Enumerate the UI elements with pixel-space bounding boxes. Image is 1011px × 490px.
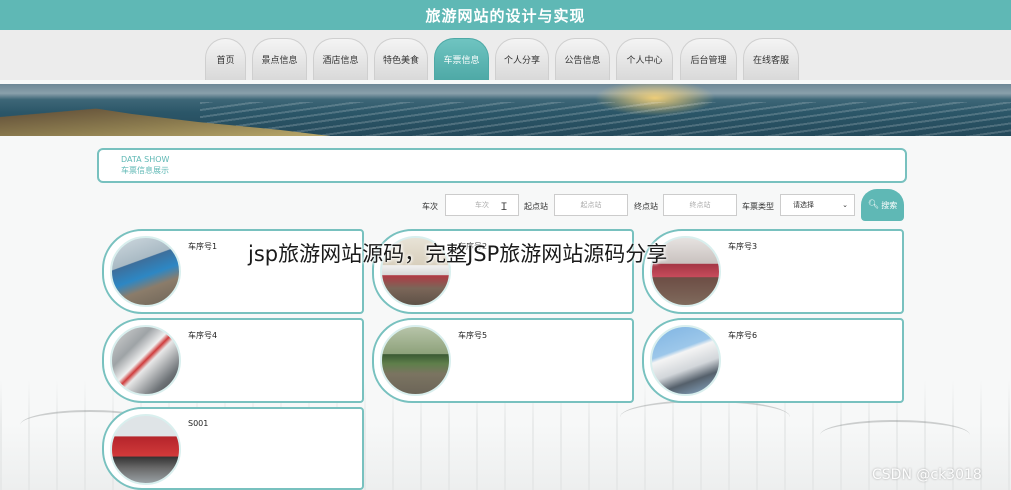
card-title: 车序号5: [458, 331, 488, 340]
card-title: 车序号1: [188, 242, 218, 251]
tab-support[interactable]: 在线客服: [743, 38, 799, 80]
tab-notices[interactable]: 公告信息: [555, 38, 610, 80]
start-station-label: 起点站: [524, 202, 548, 211]
sea-banner: [0, 84, 1011, 136]
tab-admin[interactable]: 后台管理: [680, 38, 737, 80]
tab-home[interactable]: 首页: [205, 38, 246, 80]
ticket-type-value: 请选择: [793, 201, 814, 209]
start-station-input[interactable]: [554, 194, 628, 216]
card-title: 车序号4: [188, 331, 218, 340]
ticket-card[interactable]: 车序号4: [102, 318, 364, 403]
main-nav: 首页 景点信息 酒店信息 特色美食 车票信息 个人分享 公告信息 个人中心 后台…: [0, 30, 1011, 80]
bg-roof: [820, 420, 970, 450]
truck-photo: [110, 414, 181, 485]
train-no-label: 车次: [422, 202, 438, 211]
data-show-en: DATA SHOW: [121, 155, 170, 164]
ticket-type-label: 车票类型: [742, 202, 774, 211]
banner-waves: [200, 102, 1011, 136]
train-photo: [650, 325, 721, 396]
train-photo: [110, 325, 181, 396]
site-title: 旅游网站的设计与实现: [425, 6, 586, 25]
end-station-input[interactable]: [663, 194, 737, 216]
card-title: S001: [188, 419, 209, 428]
ticket-card[interactable]: 车序号5: [372, 318, 634, 403]
chevron-down-icon: ⌄: [842, 201, 848, 209]
tab-food[interactable]: 特色美食: [374, 38, 428, 80]
ticket-type-select[interactable]: 请选择 ⌄: [780, 194, 855, 216]
ticket-card[interactable]: S001: [102, 407, 364, 490]
card-title: 车序号6: [728, 331, 758, 340]
data-show-cn: 车票信息展示: [121, 166, 169, 175]
train-photo: [380, 325, 451, 396]
search-button-label: 搜索: [881, 200, 898, 210]
csdn-watermark: CSDN @ck3018: [872, 467, 982, 483]
tab-profile[interactable]: 个人中心: [616, 38, 673, 80]
tab-attractions[interactable]: 景点信息: [252, 38, 307, 80]
train-photo: [110, 236, 181, 307]
search-icon: 🔍︎: [867, 200, 880, 210]
tab-hotels[interactable]: 酒店信息: [313, 38, 368, 80]
overlay-caption: jsp旅游网站源码，完整JSP旅游网站源码分享: [248, 242, 668, 266]
tab-tickets[interactable]: 车票信息: [434, 38, 489, 80]
tab-share[interactable]: 个人分享: [495, 38, 549, 80]
text-cursor-icon: Ｉ: [499, 202, 509, 213]
ticket-card[interactable]: 车序号6: [642, 318, 904, 403]
bg-roof: [620, 400, 790, 434]
data-show-header: DATA SHOW 车票信息展示: [97, 148, 907, 183]
search-button[interactable]: 🔍︎ 搜索: [861, 189, 904, 221]
site-header: 旅游网站的设计与实现: [0, 0, 1011, 30]
end-station-label: 终点站: [634, 202, 658, 211]
